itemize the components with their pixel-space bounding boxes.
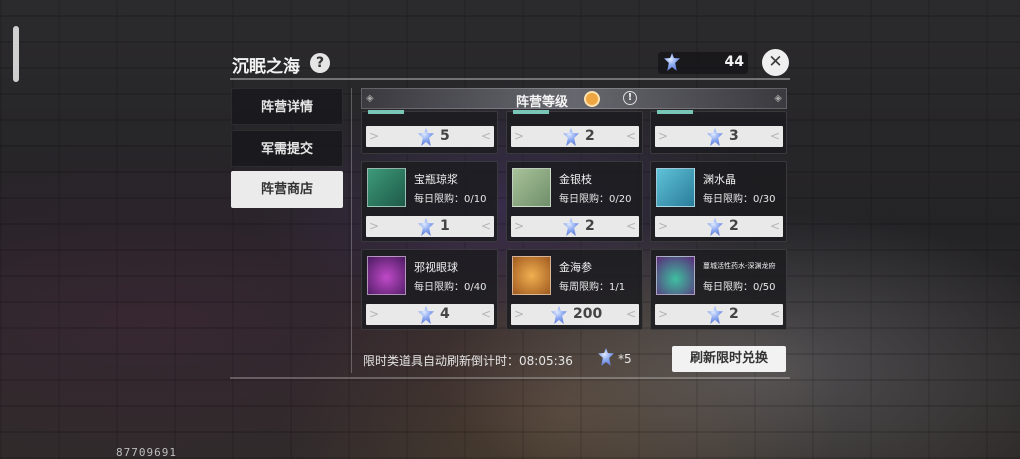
crystal-gem-icon [598,348,614,370]
tab-faction-shop[interactable]: 阵营商店 [231,171,343,208]
crystal-gem-icon [563,128,579,150]
item-name: 渊水晶 [703,173,736,186]
price-tag[interactable]: > 4 < [366,304,494,325]
crystal-gem-icon [418,218,434,240]
shop-item-card[interactable]: 金银枝 每日限购：0/20 > 2 < [506,161,643,242]
shop-item-card-partial[interactable]: > 3 < [650,110,787,154]
refresh-cost: *5 [618,352,632,366]
crystal-gem-icon [707,128,723,150]
ornament-left-icon: ◈ [366,93,374,104]
item-thumb-partial [368,110,404,114]
price-value: 3 [729,128,739,144]
crystal-gem-icon [551,306,567,328]
crystal-gem-icon [664,53,680,75]
tab-faction-details[interactable]: 阵营详情 [231,88,343,125]
side-drawer-handle[interactable] [13,26,19,82]
price-tag[interactable]: > 1 < [366,216,494,237]
shop-item-card-partial[interactable]: > 5 < [361,110,498,154]
sidebar-divider [351,88,352,373]
price-value: 4 [440,306,450,322]
shop-item-card[interactable]: 金海参 每周限购：1/1 > 200 < [506,249,643,330]
crystal-gem-icon [418,128,434,150]
countdown-value: 08:05:36 [519,354,573,368]
crystal-gem-icon [707,218,723,240]
item-limit: 每日限购：0/20 [559,194,632,205]
price-value: 2 [729,306,739,322]
shop-item-card[interactable]: 宝瓶琼浆 每日限购：0/10 > 1 < [361,161,498,242]
faction-level-bar[interactable]: ◈ 阵营等级 ! ◈ [361,88,787,110]
price-tag[interactable]: > 200 < [511,304,639,325]
price-tag[interactable]: > 2 < [655,216,783,237]
currency-counter: 44 [658,52,748,74]
refresh-countdown: 限时类道具自动刷新倒计时：08:05:36 [363,352,573,369]
crystal-gem-icon [563,218,579,240]
crystal-gem-icon [707,306,723,328]
help-icon[interactable]: ? [310,53,330,73]
item-thumb-partial [513,110,549,114]
golden-sea-cucumber-icon [512,256,551,295]
header-divider [230,78,790,80]
gold-silver-branch-icon [512,168,551,207]
currency-amount: 44 [724,54,744,70]
item-limit: 每日限购：0/40 [414,282,487,293]
info-icon[interactable]: ! [623,91,637,105]
price-value: 1 [440,218,450,234]
faction-level-label: 阵营等级 [516,95,569,110]
footer-divider [230,377,790,379]
potion-bottle-icon [656,256,695,295]
refresh-button[interactable]: 刷新限时兑换 [672,346,786,372]
price-tag[interactable]: > 5 < [366,126,494,147]
price-tag[interactable]: > 2 < [511,126,639,147]
item-name: 蔓城活性药水-深渊龙府 [703,262,776,270]
countdown-label: 限时类道具自动刷新倒计时： [363,354,520,368]
item-limit: 每日限购：0/30 [703,194,776,205]
faction-emblem-icon [584,91,600,107]
price-value: 2 [585,128,595,144]
item-thumb-partial [657,110,693,114]
close-button[interactable]: ✕ [762,49,789,76]
shop-item-card-partial[interactable]: > 2 < [506,110,643,154]
item-limit: 每周限购：1/1 [559,282,626,293]
item-limit: 每日限购：0/50 [703,282,776,293]
abyss-crystal-icon [656,168,695,207]
item-name: 宝瓶琼浆 [414,173,458,186]
price-value: 5 [440,128,450,144]
price-tag[interactable]: > 3 < [655,126,783,147]
tab-supply-submit[interactable]: 军需提交 [231,130,343,167]
item-limit: 每日限购：0/10 [414,194,487,205]
item-name: 金海参 [559,261,592,274]
shop-item-card[interactable]: 蔓城活性药水-深渊龙府 每日限购：0/50 > 2 < [650,249,787,330]
player-uid: 87709691 [116,446,177,459]
shop-item-card[interactable]: 渊水晶 每日限购：0/30 > 2 < [650,161,787,242]
panel-title: 沉眠之海 [232,57,300,77]
shop-item-card[interactable]: 邪视眼球 每日限购：0/40 > 4 < [361,249,498,330]
price-value: 2 [585,218,595,234]
item-name: 邪视眼球 [414,261,458,274]
price-tag[interactable]: > 2 < [655,304,783,325]
price-value: 200 [573,306,603,322]
item-name: 金银枝 [559,173,592,186]
price-value: 2 [729,218,739,234]
evil-eye-icon [367,256,406,295]
jade-vase-icon [367,168,406,207]
price-tag[interactable]: > 2 < [511,216,639,237]
ornament-right-icon: ◈ [774,93,782,104]
crystal-gem-icon [418,306,434,328]
